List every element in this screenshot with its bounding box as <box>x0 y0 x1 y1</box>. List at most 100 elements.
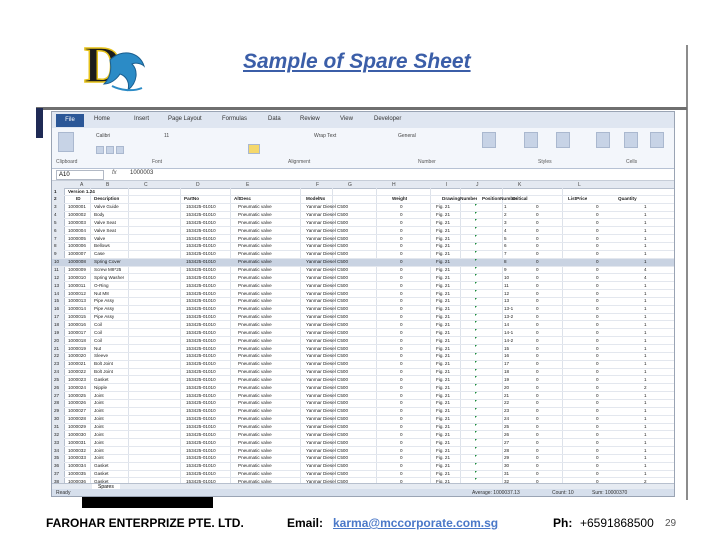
table-row[interactable]: 37 1000035 Gasket 153425-01010 Pneumatic val… <box>52 470 674 479</box>
format-table-button[interactable] <box>524 132 538 148</box>
cell-part-no: 153425-01010 <box>186 314 216 320</box>
number-format[interactable]: General <box>398 133 416 139</box>
cell-position: 22 <box>504 400 510 406</box>
cell-flag-icon <box>475 423 477 426</box>
table-row[interactable]: 14 1000012 Nut M8 153425-01010 Pneumatic val… <box>52 290 674 298</box>
cell-weight: 0 <box>400 267 403 272</box>
table-row[interactable]: 36 1000034 Gasket 153425-01010 Pneumatic val… <box>52 462 674 471</box>
table-row[interactable]: 35 1000033 Joint 153425-01010 Pneumatic valv… <box>52 454 674 463</box>
table-row[interactable]: 7 1000005 Valve 153425-01010 Pneumatic valve… <box>52 235 674 243</box>
tab-view[interactable]: View <box>340 116 353 122</box>
formula-input[interactable]: 1000003 <box>130 170 153 176</box>
cell-quantity: 1 <box>644 471 647 477</box>
format-cells-button[interactable] <box>650 132 664 148</box>
fx-icon[interactable]: fx <box>112 170 117 176</box>
table-row[interactable]: 32 1000030 Joint 153425-01010 Pneumatic valv… <box>52 431 674 440</box>
cell-flag-icon <box>475 258 477 261</box>
cell-drawing: Fig. 21 <box>436 306 451 312</box>
tab-insert[interactable]: Insert <box>134 116 149 122</box>
italic-icon[interactable] <box>106 146 114 154</box>
cell-list-price: 0 <box>596 267 599 272</box>
table-row[interactable]: 26 1000024 Nipple 153425-01010 Pneumatic val… <box>52 384 674 393</box>
table-row[interactable]: 6 1000004 Valve Seat 153425-01010 Pneumatic … <box>52 227 674 236</box>
font-name[interactable]: Calibri <box>96 133 110 139</box>
row-number: 37 <box>54 471 60 477</box>
conditional-format-button[interactable] <box>482 132 496 148</box>
table-row[interactable]: 23 1000021 Bolt Joint 153425-01010 Pneumatic… <box>52 360 674 369</box>
cell-flag-icon <box>475 352 477 355</box>
table-row[interactable]: 16 1000014 Pipe Assy 153425-01010 Pneumatic … <box>52 305 674 314</box>
table-row[interactable]: 34 1000032 Joint 153425-01010 Pneumatic valv… <box>52 447 674 455</box>
fill-color-icon[interactable] <box>248 144 260 154</box>
table-row[interactable]: 1 Version 1.24 <box>52 188 674 196</box>
cell-weight: 0 <box>400 298 403 304</box>
tab-developer[interactable]: Developer <box>374 116 401 122</box>
table-row[interactable]: 11 1000009 Screw M8*25 153425-01010 Pneumati… <box>52 266 674 275</box>
table-row[interactable]: 25 1000023 Gasket 153425-01010 Pneumatic val… <box>52 376 674 385</box>
name-box[interactable]: A10 <box>56 170 104 180</box>
cell-part-no: 153425-01010 <box>186 259 216 265</box>
cell-part-no: 153425-01010 <box>186 439 216 445</box>
table-row[interactable]: 8 1000006 Bellows 153425-01010 Pneumatic val… <box>52 242 674 251</box>
cell-description: Joint <box>94 416 104 422</box>
cell-critical: 0 <box>536 361 539 367</box>
table-row[interactable]: 12 1000010 Spring Washer 153425-01010 Pneuma… <box>52 274 674 283</box>
table-row[interactable]: 9 1000007 Case 153425-01010 Pneumatic valve Y… <box>52 250 674 259</box>
delete-cells-button[interactable] <box>624 132 638 148</box>
table-row[interactable]: 33 1000031 Joint 153425-01010 Pneumatic valv… <box>52 439 674 448</box>
footer-email-label: Email: <box>287 516 324 530</box>
cell-weight: 0 <box>400 392 403 398</box>
cell-quantity: 1 <box>644 314 647 320</box>
tab-data[interactable]: Data <box>268 116 281 122</box>
row-number: 14 <box>54 290 60 296</box>
spreadsheet-grid[interactable]: ABCDEFGHIJKL 1 Version 1.24 2 ID Description… <box>52 181 674 487</box>
table-row[interactable]: 5 1000003 Valve Seat 153425-01010 Pneumatic … <box>52 219 674 228</box>
cell-critical: 0 <box>536 204 539 210</box>
cell-alt-desc: Pneumatic valve <box>238 447 272 453</box>
table-row[interactable]: 20 1000018 Coil 153425-01010 Pneumatic valve… <box>52 337 674 346</box>
cell-list-price: 0 <box>596 369 599 375</box>
table-row[interactable]: 22 1000020 Sleeve 153425-01010 Pneumatic val… <box>52 352 674 361</box>
table-row[interactable]: 27 1000025 Joint 153425-01010 Pneumatic valv… <box>52 392 674 400</box>
wrap-text-button[interactable]: Wrap Text <box>314 133 336 139</box>
table-row[interactable]: 21 1000019 Nut 153425-01010 Pneumatic valve Y… <box>52 345 674 353</box>
table-row[interactable]: 29 1000027 Joint 153425-01010 Pneumatic valv… <box>52 407 674 416</box>
table-row[interactable]: 24 1000022 Bolt Joint 153425-01010 Pneumatic… <box>52 368 674 377</box>
footer-email-link[interactable]: karma@mccorporate.com.sg <box>333 516 498 530</box>
column-title: ID <box>76 196 81 202</box>
tab-review[interactable]: Review <box>300 116 320 122</box>
table-row[interactable]: 15 1000013 Pipe Assy 153425-01010 Pneumatic … <box>52 297 674 306</box>
row-number: 23 <box>54 361 60 367</box>
cell-description: O-Ring <box>94 282 109 288</box>
table-row[interactable]: 18 1000016 Coil 153425-01010 Pneumatic valve… <box>52 321 674 330</box>
table-row[interactable]: 3 1000001 Valve Guide 153425-01010 Pneumatic… <box>52 203 674 212</box>
underline-icon[interactable] <box>116 146 124 154</box>
table-row[interactable]: 17 1000015 Pipe Assy 153425-01010 Pneumatic … <box>52 313 674 322</box>
bold-icon[interactable] <box>96 146 104 154</box>
cell-flag-icon <box>475 250 477 253</box>
cell-model-no: Yanmar Diesel C500 <box>306 447 349 453</box>
table-row[interactable]: 28 1000026 Joint 153425-01010 Pneumatic valv… <box>52 399 674 408</box>
table-row[interactable]: 30 1000028 Joint 153425-01010 Pneumatic valv… <box>52 415 674 424</box>
paste-button[interactable] <box>58 132 74 152</box>
table-row[interactable]: 31 1000029 Joint 153425-01010 Pneumatic valv… <box>52 423 674 432</box>
cell-flag-icon <box>475 399 477 402</box>
table-row[interactable]: 4 1000002 Body 153425-01010 Pneumatic valve Y… <box>52 211 674 220</box>
tab-page-layout[interactable]: Page Layout <box>168 116 202 122</box>
cell-flag-icon <box>475 360 477 363</box>
insert-cells-button[interactable] <box>596 132 610 148</box>
row-number: 25 <box>54 376 60 382</box>
tab-formulas[interactable]: Formulas <box>222 116 247 122</box>
tab-file[interactable]: File <box>56 114 84 127</box>
column-title: Weight <box>392 196 408 202</box>
cell-part-no: 153425-01010 <box>186 392 216 398</box>
table-row[interactable]: 19 1000017 Coil 153425-01010 Pneumatic valve… <box>52 329 674 338</box>
font-size[interactable]: 11 <box>164 133 169 139</box>
tab-home[interactable]: Home <box>94 116 110 122</box>
table-row[interactable]: 13 1000011 O-Ring 153425-01010 Pneumatic val… <box>52 282 674 291</box>
cell-styles-button[interactable] <box>556 132 570 148</box>
cell-model-no: Yanmar Diesel C500 <box>306 306 349 312</box>
table-row[interactable]: 10 1000008 Spring Cover 153425-01010 Pneumat… <box>52 258 674 267</box>
cell-weight: 0 <box>400 408 403 414</box>
cell-weight: 0 <box>400 369 403 375</box>
